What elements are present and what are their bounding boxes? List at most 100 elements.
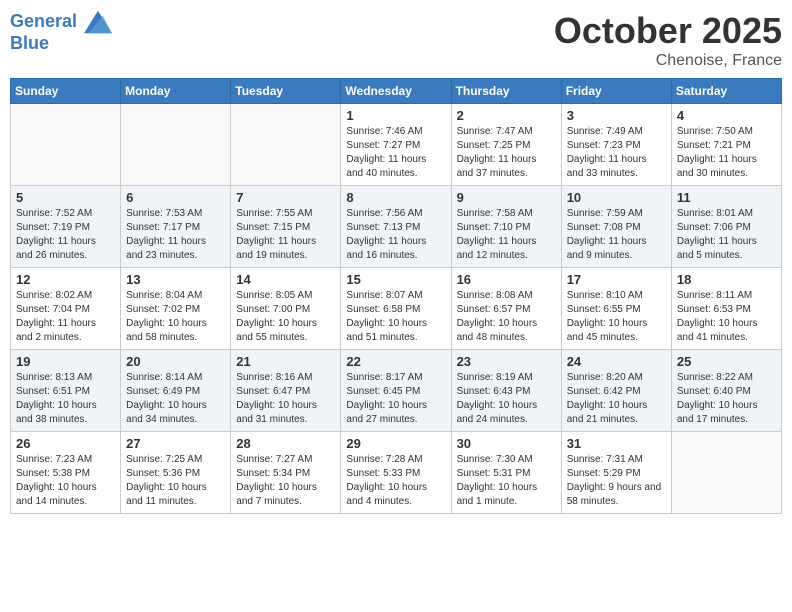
calendar-cell	[121, 104, 231, 186]
day-of-week-thursday: Thursday	[451, 79, 561, 104]
day-number: 18	[677, 272, 776, 287]
day-info: Sunrise: 8:13 AMSunset: 6:51 PMDaylight:…	[16, 371, 115, 427]
calendar-cell: 23 Sunrise: 8:19 AMSunset: 6:43 PMDayligh…	[451, 350, 561, 432]
calendar-header-row: SundayMondayTuesdayWednesdayThursdayFrid…	[11, 79, 782, 104]
calendar-cell: 9 Sunrise: 7:58 AMSunset: 7:10 PMDaylight…	[451, 186, 561, 268]
day-info: Sunrise: 8:22 AMSunset: 6:40 PMDaylight:…	[677, 371, 776, 427]
calendar-cell: 25 Sunrise: 8:22 AMSunset: 6:40 PMDayligh…	[671, 350, 781, 432]
day-of-week-tuesday: Tuesday	[231, 79, 341, 104]
day-number: 23	[457, 354, 556, 369]
day-number: 17	[567, 272, 666, 287]
day-info: Sunrise: 7:58 AMSunset: 7:10 PMDaylight:…	[457, 207, 556, 263]
calendar-cell: 28 Sunrise: 7:27 AMSunset: 5:34 PMDayligh…	[231, 432, 341, 514]
calendar-cell: 19 Sunrise: 8:13 AMSunset: 6:51 PMDayligh…	[11, 350, 121, 432]
day-number: 19	[16, 354, 115, 369]
day-number: 4	[677, 108, 776, 123]
calendar-cell: 18 Sunrise: 8:11 AMSunset: 6:53 PMDayligh…	[671, 268, 781, 350]
day-info: Sunrise: 7:23 AMSunset: 5:38 PMDaylight:…	[16, 453, 115, 509]
day-info: Sunrise: 7:27 AMSunset: 5:34 PMDaylight:…	[236, 453, 335, 509]
calendar-cell: 5 Sunrise: 7:52 AMSunset: 7:19 PMDaylight…	[11, 186, 121, 268]
calendar-cell: 1Sunrise: 7:46 AMSunset: 7:27 PMDaylight…	[341, 104, 451, 186]
day-info: Sunrise: 7:47 AMSunset: 7:25 PMDaylight:…	[457, 125, 556, 181]
day-number: 15	[346, 272, 445, 287]
day-number: 16	[457, 272, 556, 287]
day-info: Sunrise: 7:30 AMSunset: 5:31 PMDaylight:…	[457, 453, 556, 509]
day-number: 26	[16, 436, 115, 451]
day-number: 3	[567, 108, 666, 123]
day-number: 21	[236, 354, 335, 369]
day-info: Sunrise: 7:50 AMSunset: 7:21 PMDaylight:…	[677, 125, 776, 181]
day-number: 31	[567, 436, 666, 451]
day-number: 11	[677, 190, 776, 205]
day-info: Sunrise: 8:14 AMSunset: 6:49 PMDaylight:…	[126, 371, 225, 427]
day-info: Sunrise: 8:07 AMSunset: 6:58 PMDaylight:…	[346, 289, 445, 345]
title-area: October 2025 Chenoise, France	[554, 10, 782, 70]
calendar-cell: 10 Sunrise: 7:59 AMSunset: 7:08 PMDayligh…	[561, 186, 671, 268]
day-number: 14	[236, 272, 335, 287]
day-info: Sunrise: 8:05 AMSunset: 7:00 PMDaylight:…	[236, 289, 335, 345]
calendar-cell: 21 Sunrise: 8:16 AMSunset: 6:47 PMDayligh…	[231, 350, 341, 432]
calendar-cell: 11 Sunrise: 8:01 AMSunset: 7:06 PMDayligh…	[671, 186, 781, 268]
calendar-cell: 12 Sunrise: 8:02 AMSunset: 7:04 PMDayligh…	[11, 268, 121, 350]
calendar-cell: 26 Sunrise: 7:23 AMSunset: 5:38 PMDayligh…	[11, 432, 121, 514]
day-info: Sunrise: 8:08 AMSunset: 6:57 PMDaylight:…	[457, 289, 556, 345]
day-number: 25	[677, 354, 776, 369]
day-number: 6	[126, 190, 225, 205]
day-number: 13	[126, 272, 225, 287]
day-info: Sunrise: 7:59 AMSunset: 7:08 PMDaylight:…	[567, 207, 666, 263]
day-info: Sunrise: 7:28 AMSunset: 5:33 PMDaylight:…	[346, 453, 445, 509]
day-number: 22	[346, 354, 445, 369]
day-info: Sunrise: 7:25 AMSunset: 5:36 PMDaylight:…	[126, 453, 225, 509]
calendar-cell: 13 Sunrise: 8:04 AMSunset: 7:02 PMDayligh…	[121, 268, 231, 350]
calendar-cell: 24 Sunrise: 8:20 AMSunset: 6:42 PMDayligh…	[561, 350, 671, 432]
logo: General Blue	[10, 10, 112, 54]
logo-text: General	[10, 10, 112, 34]
day-info: Sunrise: 8:04 AMSunset: 7:02 PMDaylight:…	[126, 289, 225, 345]
day-of-week-sunday: Sunday	[11, 79, 121, 104]
page-header: General Blue October 2025 Chenoise, Fran…	[10, 10, 782, 70]
calendar-cell: 31Sunrise: 7:31 AMSunset: 5:29 PMDayligh…	[561, 432, 671, 514]
day-info: Sunrise: 7:49 AMSunset: 7:23 PMDaylight:…	[567, 125, 666, 181]
day-number: 10	[567, 190, 666, 205]
calendar-table: SundayMondayTuesdayWednesdayThursdayFrid…	[10, 78, 782, 514]
calendar-cell	[11, 104, 121, 186]
day-number: 7	[236, 190, 335, 205]
day-info: Sunrise: 8:10 AMSunset: 6:55 PMDaylight:…	[567, 289, 666, 345]
day-info: Sunrise: 7:52 AMSunset: 7:19 PMDaylight:…	[16, 207, 115, 263]
day-of-week-wednesday: Wednesday	[341, 79, 451, 104]
day-info: Sunrise: 7:55 AMSunset: 7:15 PMDaylight:…	[236, 207, 335, 263]
day-number: 9	[457, 190, 556, 205]
calendar-week-5: 26 Sunrise: 7:23 AMSunset: 5:38 PMDayligh…	[11, 432, 782, 514]
day-info: Sunrise: 8:01 AMSunset: 7:06 PMDaylight:…	[677, 207, 776, 263]
calendar-cell: 30 Sunrise: 7:30 AMSunset: 5:31 PMDayligh…	[451, 432, 561, 514]
day-number: 5	[16, 190, 115, 205]
day-number: 2	[457, 108, 556, 123]
day-info: Sunrise: 8:16 AMSunset: 6:47 PMDaylight:…	[236, 371, 335, 427]
day-number: 30	[457, 436, 556, 451]
day-number: 8	[346, 190, 445, 205]
day-info: Sunrise: 8:02 AMSunset: 7:04 PMDaylight:…	[16, 289, 115, 345]
calendar-cell	[231, 104, 341, 186]
calendar-week-1: 1Sunrise: 7:46 AMSunset: 7:27 PMDaylight…	[11, 104, 782, 186]
calendar-cell: 20 Sunrise: 8:14 AMSunset: 6:49 PMDayligh…	[121, 350, 231, 432]
calendar-cell: 7 Sunrise: 7:55 AMSunset: 7:15 PMDaylight…	[231, 186, 341, 268]
calendar-cell: 17 Sunrise: 8:10 AMSunset: 6:55 PMDayligh…	[561, 268, 671, 350]
calendar-cell: 27 Sunrise: 7:25 AMSunset: 5:36 PMDayligh…	[121, 432, 231, 514]
calendar-cell: 8 Sunrise: 7:56 AMSunset: 7:13 PMDaylight…	[341, 186, 451, 268]
day-number: 29	[346, 436, 445, 451]
day-of-week-saturday: Saturday	[671, 79, 781, 104]
logo-blue: Blue	[10, 34, 112, 54]
calendar-cell: 14 Sunrise: 8:05 AMSunset: 7:00 PMDayligh…	[231, 268, 341, 350]
day-number: 20	[126, 354, 225, 369]
day-info: Sunrise: 8:11 AMSunset: 6:53 PMDaylight:…	[677, 289, 776, 345]
calendar-cell	[671, 432, 781, 514]
day-info: Sunrise: 7:56 AMSunset: 7:13 PMDaylight:…	[346, 207, 445, 263]
location: Chenoise, France	[554, 52, 782, 70]
day-info: Sunrise: 8:20 AMSunset: 6:42 PMDaylight:…	[567, 371, 666, 427]
day-number: 12	[16, 272, 115, 287]
day-info: Sunrise: 8:19 AMSunset: 6:43 PMDaylight:…	[457, 371, 556, 427]
calendar-cell: 29 Sunrise: 7:28 AMSunset: 5:33 PMDayligh…	[341, 432, 451, 514]
day-number: 24	[567, 354, 666, 369]
day-number: 27	[126, 436, 225, 451]
day-number: 28	[236, 436, 335, 451]
